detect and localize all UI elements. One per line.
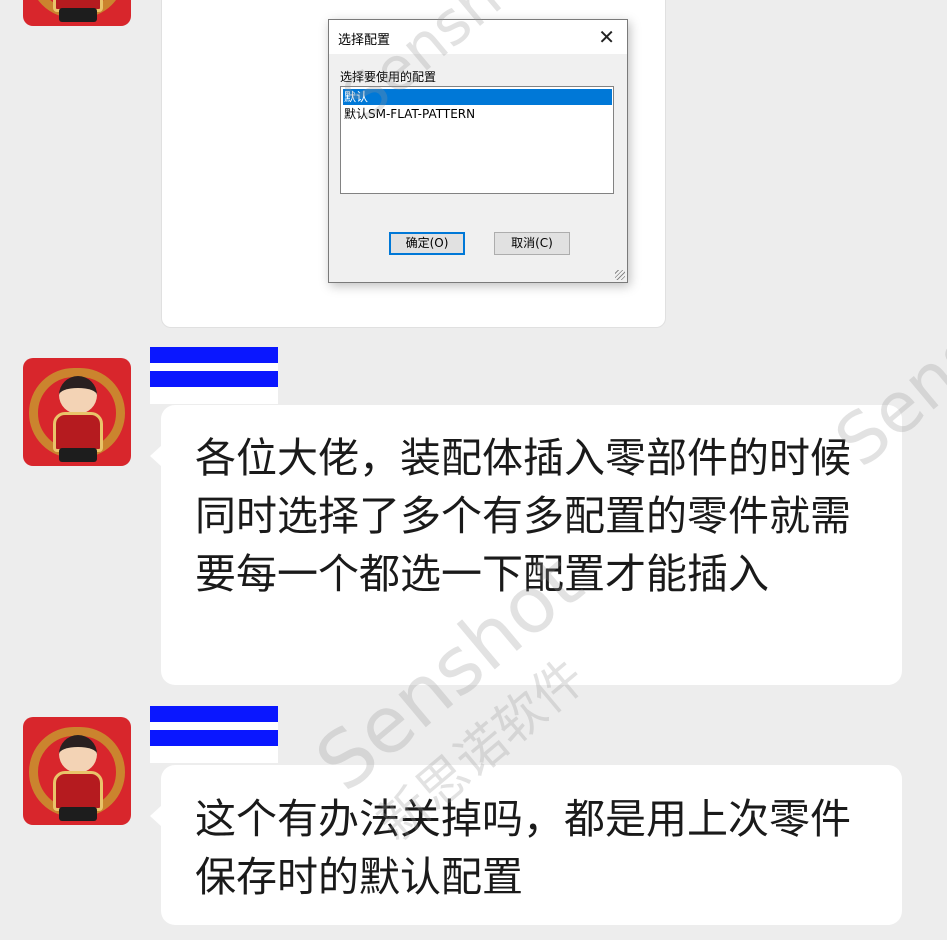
avatar-body (53, 412, 103, 452)
avatar[interactable] (23, 717, 131, 825)
message-text: 各位大佬，装配体插入零部件的时候同时选择了多个有多配置的零件就需要每一个都选一下… (195, 434, 851, 598)
config-option-flat-pattern[interactable]: 默认SM-FLAT-PATTERN (343, 106, 475, 122)
avatar[interactable] (23, 358, 131, 466)
dialog-title: 选择配置 (338, 33, 391, 48)
image-message[interactable]: 选择配置 ✕ 选择要使用的配置 默认 默认SM-FLAT-PATTERN 确定(… (161, 0, 666, 328)
message-bubble[interactable]: 这个有办法关掉吗，都是用上次零件保存时的默认配置 (150, 765, 902, 925)
bubble-tail (150, 445, 162, 467)
select-config-dialog: 选择配置 ✕ 选择要使用的配置 默认 默认SM-FLAT-PATTERN 确定(… (328, 19, 628, 283)
avatar-body (53, 771, 103, 811)
dialog-prompt: 选择要使用的配置 (340, 70, 437, 84)
cancel-button[interactable]: 取消(C) (494, 232, 570, 255)
dialog-titlebar: 选择配置 ✕ (329, 20, 627, 54)
avatar-legs (59, 807, 97, 821)
avatar[interactable] (23, 0, 131, 26)
config-listbox[interactable]: 默认 默认SM-FLAT-PATTERN (340, 86, 614, 194)
avatar-legs (59, 448, 97, 462)
sender-name-redacted (150, 347, 278, 404)
message-text: 这个有办法关掉吗，都是用上次零件保存时的默认配置 (195, 795, 851, 901)
message-bubble[interactable]: 各位大佬，装配体插入零部件的时候同时选择了多个有多配置的零件就需要每一个都选一下… (150, 405, 902, 685)
bubble-tail (150, 805, 162, 827)
ok-button[interactable]: 确定(O) (389, 232, 465, 255)
avatar-legs (59, 8, 97, 22)
close-icon[interactable]: ✕ (598, 25, 615, 49)
sender-name-redacted (150, 706, 278, 763)
avatar-head (59, 376, 97, 414)
resize-grip-icon[interactable] (615, 270, 625, 280)
config-option-default[interactable]: 默认 (343, 89, 612, 105)
avatar-head (59, 735, 97, 773)
